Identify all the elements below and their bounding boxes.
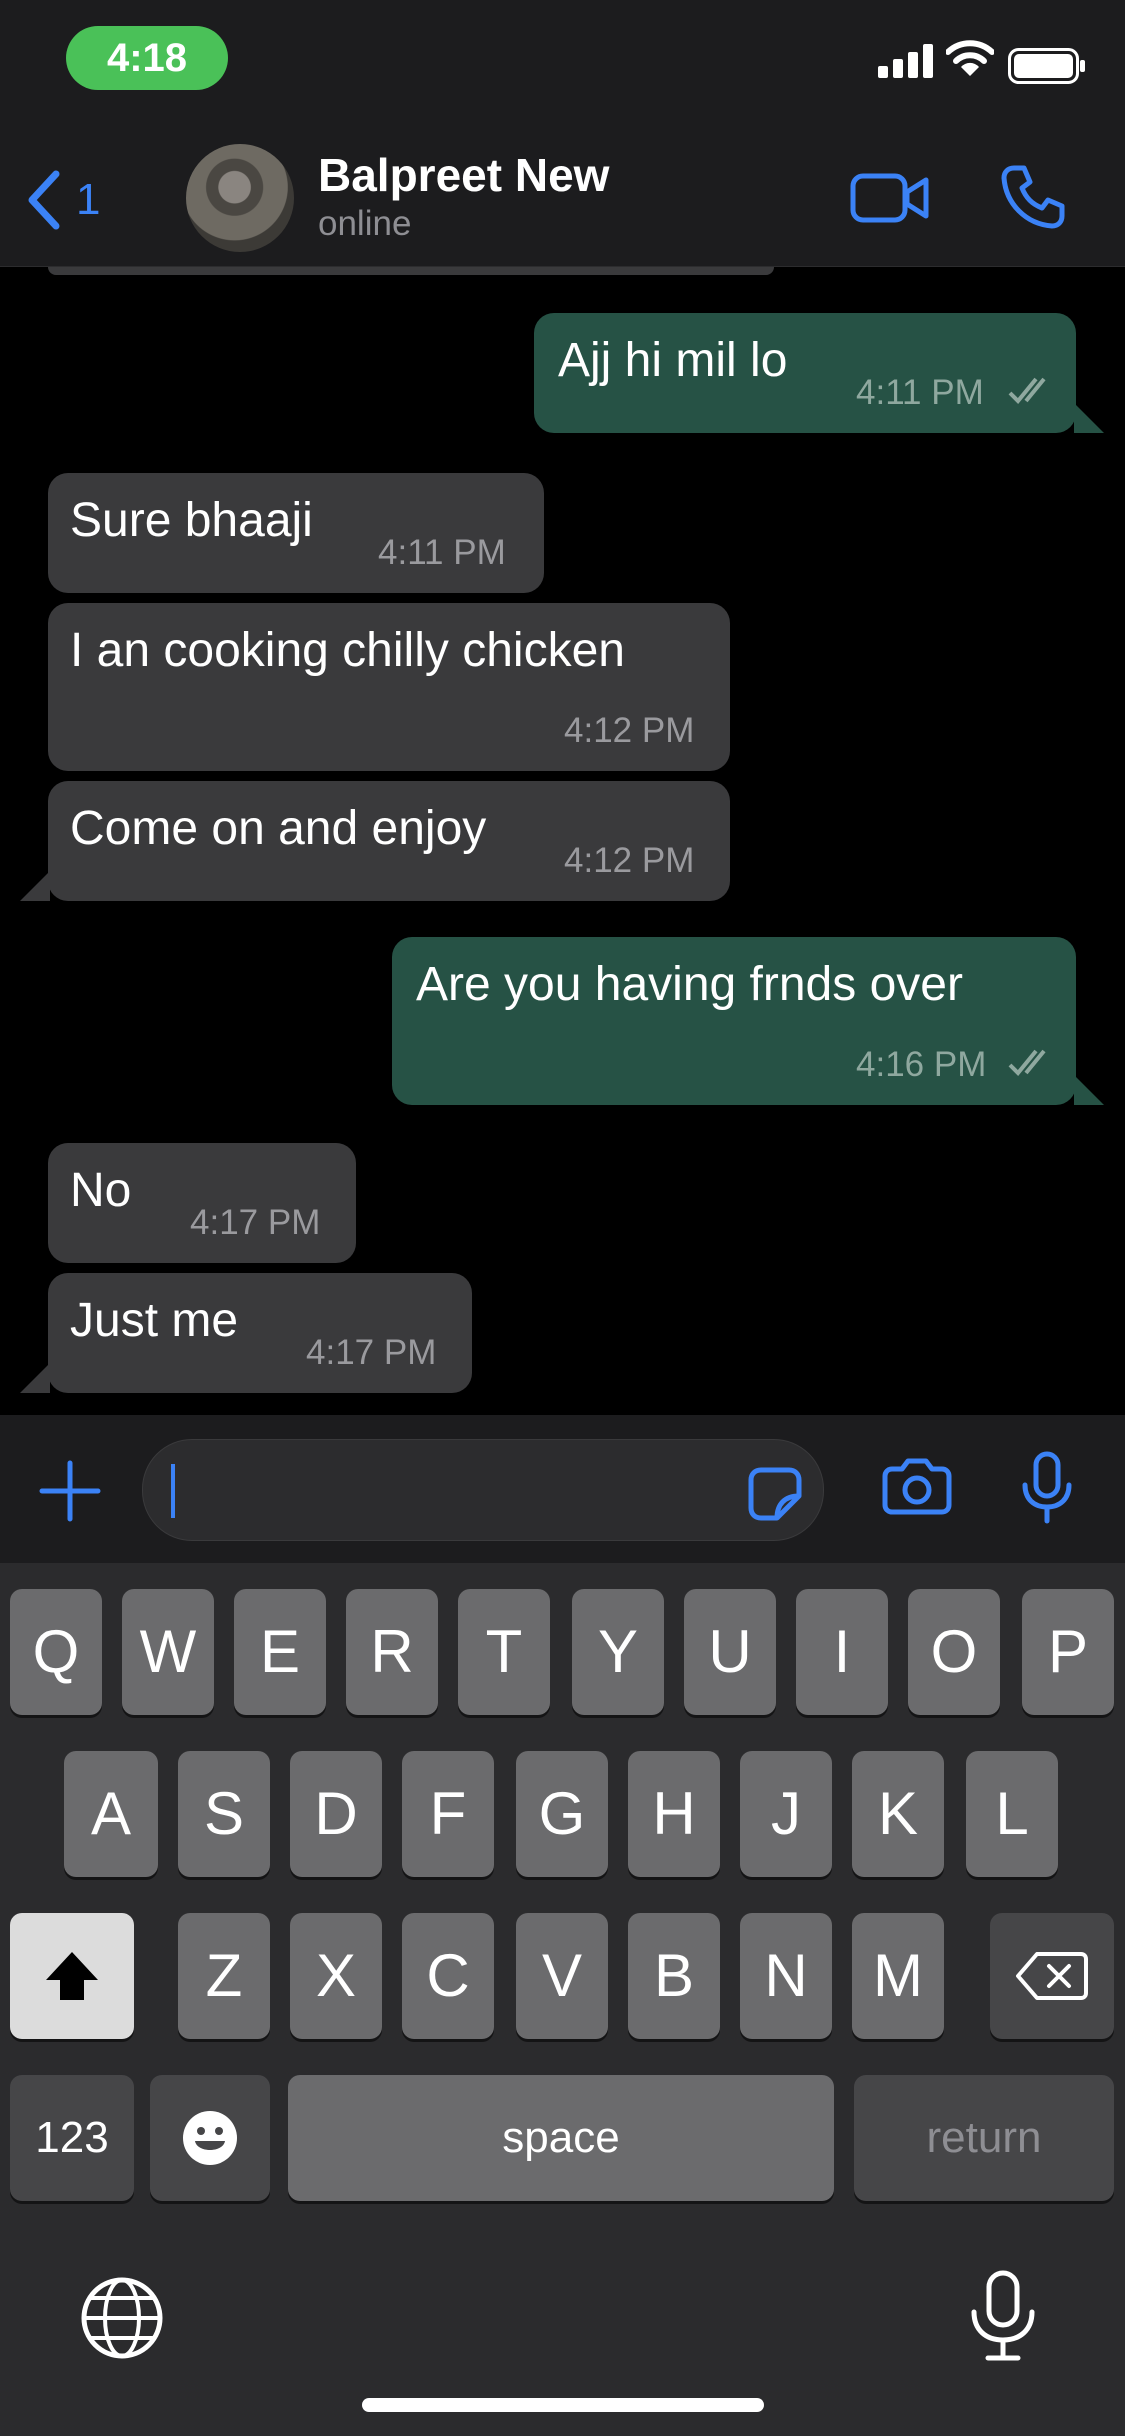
bubble-tail xyxy=(20,871,50,901)
message-text: No xyxy=(70,1164,132,1217)
bubble-tail xyxy=(1074,1075,1104,1105)
key-h[interactable]: H xyxy=(628,1751,720,1877)
composer-bar xyxy=(0,1415,1125,1563)
key-j[interactable]: J xyxy=(740,1751,832,1877)
key-v[interactable]: V xyxy=(516,1913,608,2039)
emoji-key[interactable] xyxy=(150,2075,270,2201)
dictation-icon[interactable] xyxy=(968,2270,1038,2362)
previous-message-edge xyxy=(48,267,774,275)
message-bubble-incoming[interactable]: Just me 4:17 PM xyxy=(48,1273,472,1393)
message-time: 4:12 PM xyxy=(564,711,695,750)
message-bubble-outgoing[interactable]: Ajj hi mil lo 4:11 PM xyxy=(534,313,1076,433)
sticker-icon[interactable] xyxy=(747,1466,803,1522)
message-time: 4:17 PM xyxy=(306,1333,437,1372)
key-f[interactable]: F xyxy=(402,1751,494,1877)
key-p[interactable]: P xyxy=(1022,1589,1114,1715)
message-time: 4:17 PM xyxy=(190,1203,321,1242)
unread-count: 1 xyxy=(76,175,101,224)
status-bar: 4:18 xyxy=(0,0,1125,132)
message-text: Are you having frnds over xyxy=(416,958,963,1011)
return-key[interactable]: return xyxy=(854,2075,1114,2201)
back-button[interactable]: 1 xyxy=(24,170,100,230)
wifi-icon xyxy=(946,40,994,76)
bubble-tail xyxy=(1074,403,1104,433)
key-i[interactable]: I xyxy=(796,1589,888,1715)
key-d[interactable]: D xyxy=(290,1751,382,1877)
message-time: 4:11 PM xyxy=(856,373,984,412)
key-l[interactable]: L xyxy=(966,1751,1058,1877)
key-o[interactable]: O xyxy=(908,1589,1000,1715)
status-time[interactable]: 4:18 xyxy=(66,26,228,90)
read-receipt-icon xyxy=(1008,377,1046,404)
key-q[interactable]: Q xyxy=(10,1589,102,1715)
backspace-icon xyxy=(1016,1952,1088,2000)
key-u[interactable]: U xyxy=(684,1589,776,1715)
message-text: Ajj hi mil lo xyxy=(558,334,788,387)
key-t[interactable]: T xyxy=(458,1589,550,1715)
key-r[interactable]: R xyxy=(346,1589,438,1715)
key-m[interactable]: M xyxy=(852,1913,944,2039)
message-bubble-incoming[interactable]: I an cooking chilly chicken 4:12 PM xyxy=(48,603,730,771)
key-a[interactable]: A xyxy=(64,1751,158,1877)
phone-icon[interactable] xyxy=(1000,164,1066,230)
avatar[interactable] xyxy=(186,144,294,252)
message-text: I an cooking chilly chicken xyxy=(70,624,625,677)
key-x[interactable]: X xyxy=(290,1913,382,2039)
message-time: 4:11 PM xyxy=(378,533,506,572)
signal-icon xyxy=(878,44,933,78)
shift-icon xyxy=(46,1952,98,2000)
emoji-icon xyxy=(183,2111,237,2165)
message-text: Just me xyxy=(70,1294,239,1347)
key-g[interactable]: G xyxy=(516,1751,608,1877)
key-n[interactable]: N xyxy=(740,1913,832,2039)
shift-key[interactable] xyxy=(10,1913,134,2039)
space-key[interactable]: space xyxy=(288,2075,834,2201)
home-indicator[interactable] xyxy=(362,2398,764,2412)
message-time: 4:16 PM xyxy=(856,1045,987,1084)
key-s[interactable]: S xyxy=(178,1751,270,1877)
message-bubble-incoming[interactable]: Come on and enjoy 4:12 PM xyxy=(48,781,730,901)
key-z[interactable]: Z xyxy=(178,1913,270,2039)
message-bubble-outgoing[interactable]: Are you having frnds over 4:16 PM xyxy=(392,937,1076,1105)
microphone-icon[interactable] xyxy=(1020,1451,1074,1525)
battery-icon xyxy=(1008,48,1085,84)
chat-header: 1 Balpreet New online xyxy=(0,132,1125,267)
message-bubble-incoming[interactable]: No 4:17 PM xyxy=(48,1143,356,1263)
globe-icon[interactable] xyxy=(80,2276,164,2360)
key-y[interactable]: Y xyxy=(572,1589,664,1715)
text-caret xyxy=(171,1464,175,1518)
numbers-key[interactable]: 123 xyxy=(10,2075,134,2201)
key-w[interactable]: W xyxy=(122,1589,214,1715)
message-input[interactable] xyxy=(142,1439,824,1541)
camera-icon[interactable] xyxy=(882,1457,952,1515)
key-k[interactable]: K xyxy=(852,1751,944,1877)
message-text: Sure bhaaji xyxy=(70,494,313,547)
contact-status: online xyxy=(318,204,412,243)
key-c[interactable]: C xyxy=(402,1913,494,2039)
message-bubble-incoming[interactable]: Sure bhaaji 4:11 PM xyxy=(48,473,544,593)
plus-icon[interactable] xyxy=(38,1459,102,1523)
read-receipt-icon xyxy=(1008,1049,1046,1076)
backspace-key[interactable] xyxy=(990,1913,1114,2039)
key-b[interactable]: B xyxy=(628,1913,720,2039)
key-e[interactable]: E xyxy=(234,1589,326,1715)
video-call-icon[interactable] xyxy=(850,168,930,228)
bubble-tail xyxy=(20,1363,50,1393)
message-time: 4:12 PM xyxy=(564,841,695,880)
back-chevron-icon xyxy=(28,170,60,230)
contact-name[interactable]: Balpreet New xyxy=(318,148,609,202)
message-text: Come on and enjoy xyxy=(70,802,487,855)
message-list[interactable]: Ajj hi mil lo 4:11 PM Sure bhaaji 4:11 P… xyxy=(0,267,1125,1415)
keyboard: Q W E R T Y U I O P A S D F G H J K L Z … xyxy=(0,1563,1125,2436)
